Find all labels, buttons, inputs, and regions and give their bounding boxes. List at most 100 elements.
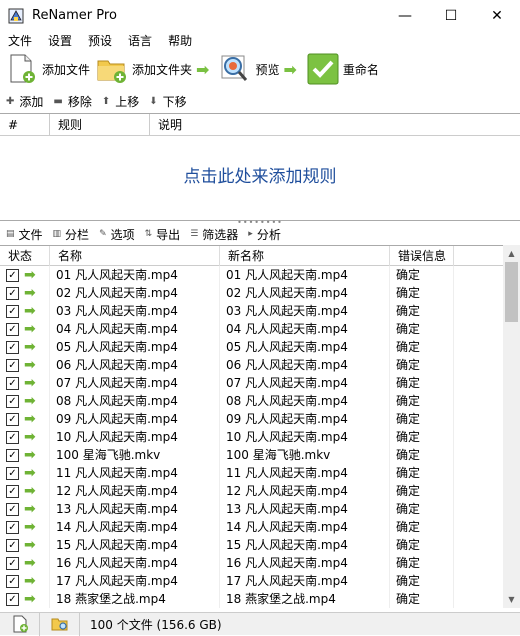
add-files-button[interactable]: 添加文件: [0, 50, 90, 88]
maximize-button[interactable]: ☐: [428, 0, 474, 31]
table-row[interactable]: ✓ ➡ 13 凡人风起天南.mp4 13 凡人风起天南.mp4 确定: [0, 500, 520, 518]
row-checkbox[interactable]: ✓: [6, 538, 19, 552]
rules-col-number[interactable]: #: [0, 113, 50, 136]
row-checkbox[interactable]: ✓: [6, 286, 19, 300]
row-status: ✓ ➡: [0, 500, 50, 518]
table-row[interactable]: ✓ ➡ 03 凡人风起天南.mp4 03 凡人风起天南.mp4 确定: [0, 302, 520, 320]
remove-rule-button[interactable]: ▬ 移除: [53, 93, 91, 110]
menu-file[interactable]: 文件: [0, 32, 40, 49]
app-icon: [8, 8, 24, 24]
columns-menu-label: 分栏: [65, 227, 90, 242]
row-checkbox[interactable]: ✓: [6, 358, 19, 372]
files-col-new-name[interactable]: 新名称: [220, 246, 390, 266]
table-row[interactable]: ✓ ➡ 15 凡人风起天南.mp4 15 凡人风起天南.mp4 确定: [0, 536, 520, 554]
row-new-name: 06 凡人风起天南.mp4: [220, 356, 390, 374]
rename-button[interactable]: 重命名: [301, 50, 379, 88]
folder-search-icon[interactable]: [40, 612, 80, 636]
table-row[interactable]: ✓ ➡ 14 凡人风起天南.mp4 14 凡人风起天南.mp4 确定: [0, 518, 520, 536]
table-row[interactable]: ✓ ➡ 05 凡人风起天南.mp4 05 凡人风起天南.mp4 确定: [0, 338, 520, 356]
table-row[interactable]: ✓ ➡ 100 星海飞驰.mkv 100 星海飞驰.mkv 确定: [0, 446, 520, 464]
row-checkbox[interactable]: ✓: [6, 412, 19, 426]
row-checkbox[interactable]: ✓: [6, 394, 19, 408]
files-scrollbar[interactable]: ▲ ▼: [503, 245, 520, 608]
move-down-button[interactable]: ⬇ 下移: [149, 93, 186, 110]
row-checkbox[interactable]: ✓: [6, 484, 19, 498]
row-checkbox[interactable]: ✓: [6, 376, 19, 390]
table-row[interactable]: ✓ ➡ 07 凡人风起天南.mp4 07 凡人风起天南.mp4 确定: [0, 374, 520, 392]
row-checkbox[interactable]: ✓: [6, 556, 19, 570]
rules-col-description[interactable]: 说明: [150, 114, 516, 136]
row-new-name: 14 凡人风起天南.mp4: [220, 518, 390, 536]
table-row[interactable]: ✓ ➡ 10 凡人风起天南.mp4 10 凡人风起天南.mp4 确定: [0, 428, 520, 446]
menu-settings[interactable]: 设置: [40, 32, 80, 49]
add-folder-button[interactable]: 添加文件夹: [90, 50, 192, 88]
table-row[interactable]: ✓ ➡ 02 凡人风起天南.mp4 02 凡人风起天南.mp4 确定: [0, 284, 520, 302]
row-checkbox[interactable]: ✓: [6, 268, 19, 282]
table-row[interactable]: ✓ ➡ 09 凡人风起天南.mp4 09 凡人风起天南.mp4 确定: [0, 410, 520, 428]
files-menu-button[interactable]: ▤ 文件: [6, 226, 43, 243]
menu-language[interactable]: 语言: [120, 32, 160, 49]
row-status: ✓ ➡: [0, 572, 50, 590]
files-list[interactable]: 状态 名称 新名称 错误信息 ✓ ➡ 01 凡人风起天南.mp4 01 凡人风起天南.…: [0, 245, 520, 608]
row-status: ✓ ➡: [0, 446, 50, 464]
preview-button[interactable]: 预览: [213, 50, 279, 88]
row-error: 确定: [390, 356, 454, 374]
files-col-name[interactable]: 名称: [50, 246, 220, 266]
table-row[interactable]: ✓ ➡ 16 凡人风起天南.mp4 16 凡人风起天南.mp4 确定: [0, 554, 520, 572]
close-button[interactable]: ✕: [474, 0, 520, 31]
row-checkbox[interactable]: ✓: [6, 304, 19, 318]
table-row[interactable]: ✓ ➡ 18 燕家堡之战.mp4 18 燕家堡之战.mp4 确定: [0, 590, 520, 608]
add-rule-button[interactable]: ✚ 添加: [6, 93, 43, 110]
files-col-status[interactable]: 状态: [0, 246, 50, 266]
row-new-name: 100 星海飞驰.mkv: [220, 446, 390, 464]
add-file-status-icon[interactable]: [0, 612, 40, 636]
scroll-thumb[interactable]: [505, 262, 518, 322]
row-checkbox[interactable]: ✓: [6, 502, 19, 516]
scroll-down-icon[interactable]: ▼: [503, 591, 520, 608]
scroll-up-icon[interactable]: ▲: [503, 245, 520, 262]
files-col-error[interactable]: 错误信息: [390, 246, 454, 266]
table-row[interactable]: ✓ ➡ 11 凡人风起天南.mp4 11 凡人风起天南.mp4 确定: [0, 464, 520, 482]
row-new-name: 09 凡人风起天南.mp4: [220, 410, 390, 428]
table-row[interactable]: ✓ ➡ 08 凡人风起天南.mp4 08 凡人风起天南.mp4 确定: [0, 392, 520, 410]
move-up-button[interactable]: ⬆ 上移: [102, 93, 139, 110]
table-row[interactable]: ✓ ➡ 04 凡人风起天南.mp4 04 凡人风起天南.mp4 确定: [0, 320, 520, 338]
row-name: 03 凡人风起天南.mp4: [50, 302, 220, 320]
row-new-name: 16 凡人风起天南.mp4: [220, 554, 390, 572]
minimize-button[interactable]: —: [382, 0, 428, 31]
row-name: 07 凡人风起天南.mp4: [50, 374, 220, 392]
files-rows: ✓ ➡ 01 凡人风起天南.mp4 01 凡人风起天南.mp4 确定 ✓ ➡ 02 凡人风起天…: [0, 266, 520, 608]
row-checkbox[interactable]: ✓: [6, 430, 19, 444]
row-status: ✓ ➡: [0, 302, 50, 320]
export-icon: ⇅: [144, 229, 153, 239]
analyze-menu-button[interactable]: ▸ 分析: [248, 226, 281, 243]
table-row[interactable]: ✓ ➡ 17 凡人风起天南.mp4 17 凡人风起天南.mp4 确定: [0, 572, 520, 590]
row-checkbox[interactable]: ✓: [6, 520, 19, 534]
menu-icon: ▤: [6, 229, 15, 239]
columns-menu-button[interactable]: ▥ 分栏: [53, 226, 90, 243]
row-checkbox[interactable]: ✓: [6, 574, 19, 588]
row-checkbox[interactable]: ✓: [6, 448, 19, 462]
menu-help[interactable]: 帮助: [160, 32, 200, 49]
row-checkbox[interactable]: ✓: [6, 340, 19, 354]
filter-menu-button[interactable]: ☰ 筛选器: [190, 226, 238, 243]
rules-list[interactable]: # 规则 说明 点击此处来添加规则: [0, 113, 520, 221]
analyze-icon: ▸: [248, 229, 253, 239]
row-error: 确定: [390, 284, 454, 302]
table-row[interactable]: ✓ ➡ 01 凡人风起天南.mp4 01 凡人风起天南.mp4 确定: [0, 266, 520, 284]
row-status: ✓ ➡: [0, 554, 50, 572]
table-row[interactable]: ✓ ➡ 12 凡人风起天南.mp4 12 凡人风起天南.mp4 确定: [0, 482, 520, 500]
table-row[interactable]: ✓ ➡ 06 凡人风起天南.mp4 06 凡人风起天南.mp4 确定: [0, 356, 520, 374]
row-name: 09 凡人风起天南.mp4: [50, 410, 220, 428]
add-rule-placeholder[interactable]: 点击此处来添加规则: [0, 162, 520, 187]
row-checkbox[interactable]: ✓: [6, 592, 19, 606]
options-menu-button[interactable]: ✎ 选项: [99, 226, 135, 243]
row-name: 05 凡人风起天南.mp4: [50, 338, 220, 356]
arrow-right-icon: ➡: [24, 573, 36, 589]
rules-col-rule[interactable]: 规则: [50, 113, 150, 136]
export-menu-button[interactable]: ⇅ 导出: [145, 226, 181, 243]
row-checkbox[interactable]: ✓: [6, 322, 19, 336]
row-checkbox[interactable]: ✓: [6, 466, 19, 480]
row-error: 确定: [390, 302, 454, 320]
menu-presets[interactable]: 预设: [80, 32, 120, 49]
